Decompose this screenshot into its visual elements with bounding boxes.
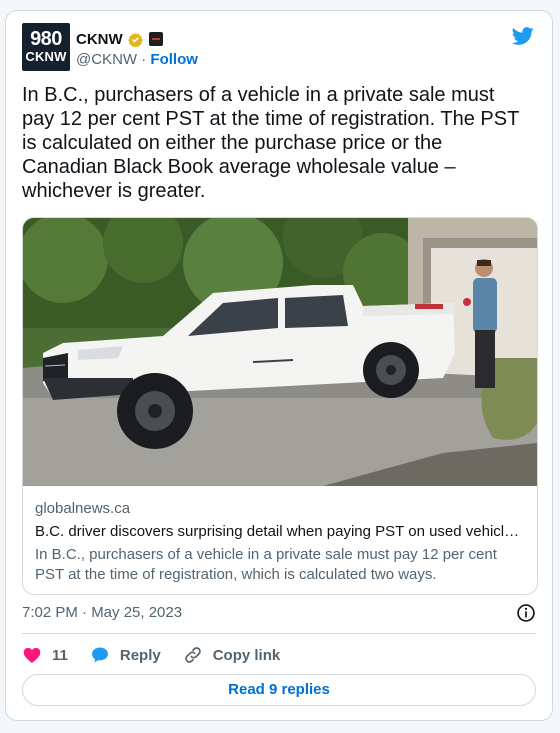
link-preview-card[interactable]: globalnews.ca B.C. driver discovers surp… [22, 217, 538, 595]
action-bar: 11 Reply Copy link [22, 643, 302, 667]
tweet-embed-card: 980 CKNW CKNW @CKNW · Follow In B.C., pu… [5, 10, 553, 721]
tweet-text: In B.C., purchasers of a vehicle in a pr… [22, 84, 519, 202]
avatar[interactable]: 980 CKNW [22, 23, 70, 71]
link-title[interactable]: B.C. driver discovers surprising detail … [35, 522, 525, 542]
gold-verified-badge-icon [127, 32, 143, 47]
tweet-timestamp[interactable]: 7:02 PM · May 25, 2023 [22, 604, 182, 621]
link-description: In B.C., purchasers of a vehicle in a pr… [35, 546, 497, 583]
reply-button[interactable]: Reply [90, 645, 161, 665]
info-icon[interactable] [516, 603, 536, 623]
follow-button[interactable]: Follow [150, 51, 198, 68]
like-button[interactable]: 11 [22, 645, 68, 665]
separator-dot: · [141, 51, 147, 68]
tweet-header: 980 CKNW CKNW @CKNW · Follow [22, 23, 536, 73]
handle-row: @CKNW · Follow [76, 51, 198, 68]
like-count: 11 [52, 646, 68, 664]
tweet-meta-row: 7:02 PM · May 25, 2023 [22, 603, 536, 623]
reply-label: Reply [119, 646, 161, 664]
read-replies-button[interactable]: Read 9 replies [22, 674, 536, 706]
copy-link-button[interactable]: Copy link [183, 645, 281, 665]
link-domain: globalnews.ca [35, 500, 131, 517]
author-name[interactable]: CKNW [76, 31, 123, 48]
copy-link-label: Copy link [212, 646, 281, 664]
avatar-text-bottom: CKNW [25, 49, 67, 64]
author-handle[interactable]: @CKNW [76, 51, 137, 68]
affiliate-badge-icon [148, 32, 163, 46]
link-preview-text: globalnews.ca B.C. driver discovers surp… [35, 499, 525, 585]
author-name-row: CKNW [76, 29, 163, 49]
article-photo-pickup-truck[interactable] [23, 218, 537, 486]
reply-bubble-icon [91, 647, 108, 663]
heart-icon [23, 647, 41, 663]
twitter-bird-icon[interactable] [510, 25, 536, 47]
avatar-text-top: 980 [30, 28, 62, 50]
link-chain-icon [184, 647, 201, 663]
divider [22, 633, 536, 634]
